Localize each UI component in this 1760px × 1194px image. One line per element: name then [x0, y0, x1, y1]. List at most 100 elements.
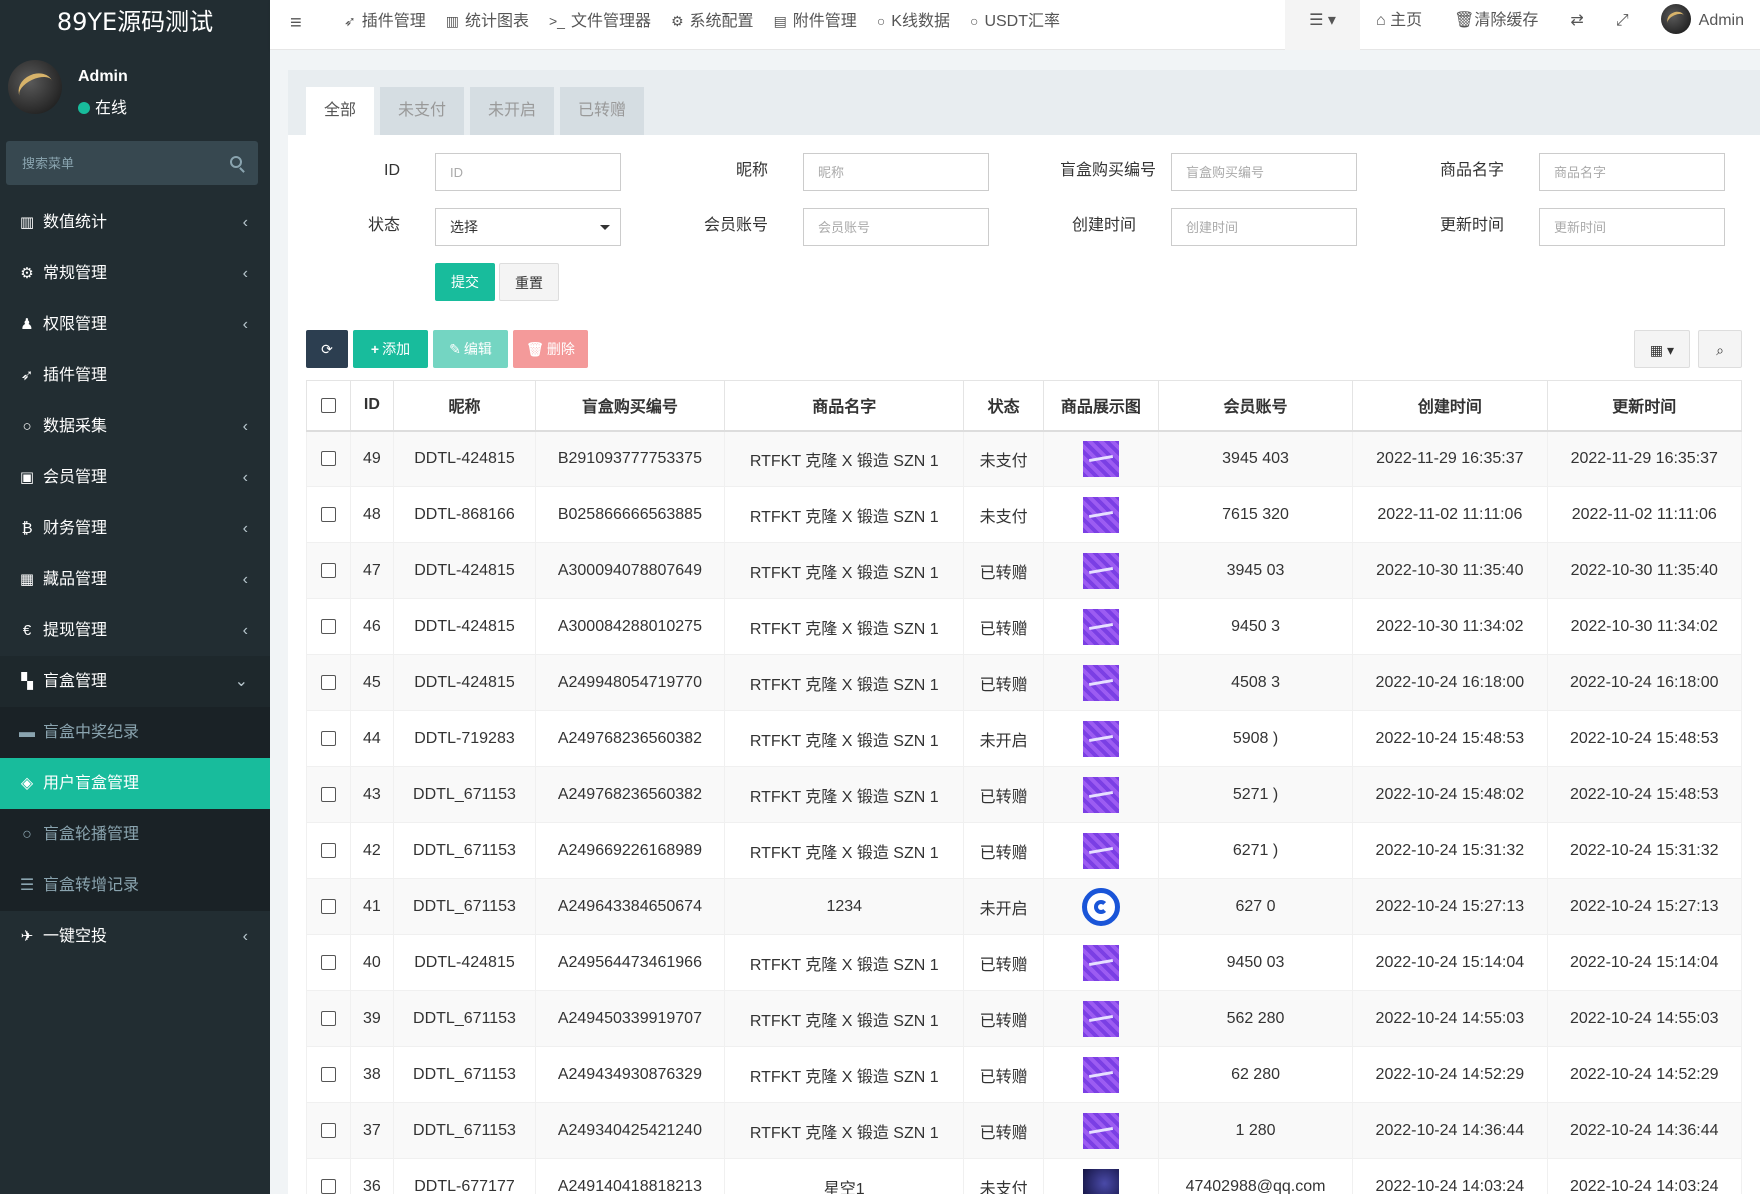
col-member[interactable]: 会员账号 [1157, 380, 1354, 432]
table-row[interactable]: 38 DDTL_671153 A249434930876329 RTFKT 克隆 X … [306, 1046, 1743, 1103]
table-row[interactable]: 41 DDTL_671153 A249643384650674 1234 未开启 627 … [306, 878, 1743, 935]
table-row[interactable]: 37 DDTL_671153 A249340425421240 RTFKT 克隆 X … [306, 1102, 1743, 1159]
fullscreen-button[interactable]: ⤢ [1600, 0, 1645, 42]
table-row[interactable]: 39 DDTL_671153 A249450339919707 RTFKT 克隆 X … [306, 990, 1743, 1047]
goods-thumbnail[interactable] [1082, 720, 1119, 757]
row-checkbox[interactable] [320, 898, 336, 914]
sidebar-item-blindbox[interactable]: ▚ 盲盒管理 ⌄ [0, 656, 270, 707]
sidebar-item-stats[interactable]: ▥ 数值统计 ‹ [0, 197, 270, 248]
nav-tab-plugins[interactable]: ➶ 插件管理 [344, 0, 446, 42]
sidebar-item-collections[interactable]: ▦ 藏品管理 ‹ [0, 554, 270, 605]
nav-tab-usdt[interactable]: ○ USDT汇率 [970, 0, 1080, 42]
row-checkbox[interactable] [320, 1066, 336, 1082]
table-row[interactable]: 49 DDTL-424815 B291093777753375 RTFKT 克隆 X … [306, 430, 1743, 487]
col-order-no[interactable]: 盲盒购买编号 [534, 380, 726, 432]
sidebar-subitem-prize-record[interactable]: ▬ 盲盒中奖纪录 [0, 707, 270, 758]
sidebar-item-finance[interactable]: ₿ 财务管理 ‹ [0, 503, 270, 554]
table-row[interactable]: 40 DDTL-424815 A249564473461966 RTFKT 克隆 X … [306, 934, 1743, 991]
sidebar-subitem-carousel[interactable]: ○ 盲盒轮播管理 [0, 809, 270, 860]
row-checkbox[interactable] [320, 954, 336, 970]
sidebar-item-auth[interactable]: ♟ 权限管理 ‹ [0, 299, 270, 350]
row-checkbox[interactable] [320, 842, 336, 858]
delete-button[interactable]: 🗑 删除 [513, 330, 588, 368]
goods-thumbnail[interactable] [1082, 496, 1119, 533]
col-image[interactable]: 商品展示图 [1042, 380, 1159, 432]
col-created[interactable]: 创建时间 [1352, 380, 1548, 432]
row-checkbox[interactable] [320, 1122, 336, 1138]
row-checkbox[interactable] [320, 506, 336, 522]
col-goods-name[interactable]: 商品名字 [724, 380, 965, 432]
hamburger-icon[interactable]: ≡ [290, 12, 302, 35]
goods-thumbnail[interactable] [1082, 1168, 1119, 1194]
sidebar-item-members[interactable]: ▣ 会员管理 ‹ [0, 452, 270, 503]
goods-thumbnail[interactable] [1082, 1056, 1119, 1093]
goods-thumbnail[interactable] [1082, 552, 1119, 589]
table-row[interactable]: 42 DDTL_671153 A249669226168989 RTFKT 克隆 X … [306, 822, 1743, 879]
sidebar-item-withdraw[interactable]: € 提现管理 ‹ [0, 605, 270, 656]
col-status[interactable]: 状态 [963, 380, 1044, 432]
filter-order-no-input[interactable] [1171, 153, 1357, 191]
user-menu[interactable]: Admin [1645, 0, 1760, 42]
filter-status-select[interactable]: 选择 [435, 208, 621, 246]
table-row[interactable]: 46 DDTL-424815 A300084288010275 RTFKT 克隆 X … [306, 598, 1743, 655]
filter-nickname-input[interactable] [803, 153, 989, 191]
filter-updated-input[interactable] [1539, 208, 1725, 246]
table-row[interactable]: 45 DDTL-424815 A249948054719770 RTFKT 克隆 X … [306, 654, 1743, 711]
table-search-button[interactable]: ⌕ [1698, 330, 1742, 368]
col-id[interactable]: ID [349, 380, 395, 432]
menu-dropdown-button[interactable]: ☰ ▾ [1285, 0, 1360, 50]
table-row[interactable]: 48 DDTL-868166 B025866666563885 RTFKT 克隆 X … [306, 486, 1743, 543]
submit-button[interactable]: 提交 [435, 263, 495, 301]
table-row[interactable]: 36 DDTL-677177 A249140418818213 星空1 未支付 47402… [306, 1158, 1743, 1194]
reset-button[interactable]: 重置 [499, 263, 559, 301]
row-checkbox[interactable] [320, 786, 336, 802]
row-checkbox[interactable] [320, 451, 336, 467]
sidebar-item-plugins[interactable]: ➶ 插件管理 [0, 350, 270, 401]
sidebar-item-general[interactable]: ⚙ 常规管理 ‹ [0, 248, 270, 299]
edit-button[interactable]: ✎ 编辑 [433, 330, 508, 368]
table-row[interactable]: 47 DDTL-424815 A300094078807649 RTFKT 克隆 X … [306, 542, 1743, 599]
refresh-button[interactable]: ⟳ [306, 330, 348, 368]
filter-id-input[interactable] [435, 153, 621, 191]
row-checkbox[interactable] [320, 674, 336, 690]
row-checkbox[interactable] [320, 730, 336, 746]
columns-toggle-button[interactable]: ▦ ▾ [1634, 330, 1690, 368]
row-checkbox[interactable] [320, 1178, 336, 1194]
language-button[interactable]: ⇄ [1554, 0, 1599, 42]
menu-search-input[interactable] [6, 141, 216, 185]
goods-thumbnail[interactable] [1082, 440, 1119, 477]
goods-thumbnail[interactable] [1082, 664, 1119, 701]
nav-tab-config[interactable]: ⚙ 系统配置 [671, 0, 774, 42]
tab-transferred[interactable]: 已转赠 [560, 87, 645, 135]
filter-created-input[interactable] [1171, 208, 1357, 246]
sidebar-item-airdrop[interactable]: ✈ 一键空投 ‹ [0, 911, 270, 962]
goods-thumbnail[interactable] [1082, 832, 1119, 869]
filter-goods-name-input[interactable] [1539, 153, 1725, 191]
table-row[interactable]: 44 DDTL-719283 A249768236560382 RTFKT 克隆 X … [306, 710, 1743, 767]
goods-thumbnail[interactable] [1082, 776, 1119, 813]
nav-tab-kline[interactable]: ○ K线数据 [877, 0, 970, 42]
goods-thumbnail[interactable] [1082, 1000, 1119, 1037]
home-link[interactable]: ⌂ 主页 [1360, 0, 1438, 42]
add-button[interactable]: + 添加 [353, 330, 428, 368]
clear-cache-button[interactable]: 🗑清除缓存 [1438, 0, 1554, 42]
row-checkbox[interactable] [320, 618, 336, 634]
row-checkbox[interactable] [320, 562, 336, 578]
filter-member-input[interactable] [803, 208, 989, 246]
col-updated[interactable]: 更新时间 [1546, 380, 1743, 432]
tab-unopened[interactable]: 未开启 [470, 87, 555, 135]
goods-thumbnail[interactable] [1081, 887, 1120, 926]
goods-thumbnail[interactable] [1082, 608, 1119, 645]
table-row[interactable]: 43 DDTL_671153 A249768236560382 RTFKT 克隆 X … [306, 766, 1743, 823]
goods-thumbnail[interactable] [1082, 944, 1119, 981]
tab-unpaid[interactable]: 未支付 [380, 87, 465, 135]
goods-thumbnail[interactable] [1082, 1112, 1119, 1149]
tab-all[interactable]: 全部 [306, 87, 375, 135]
sidebar-item-collect[interactable]: ○ 数据采集 ‹ [0, 401, 270, 452]
sidebar-subitem-user-blindbox[interactable]: ◈ 用户盲盒管理 [0, 758, 270, 809]
app-logo[interactable]: 89YE源码测试 [0, 0, 270, 44]
select-all-checkbox[interactable] [320, 397, 336, 413]
search-icon[interactable] [230, 156, 242, 168]
col-nickname[interactable]: 昵称 [393, 380, 536, 432]
nav-tab-charts[interactable]: ▥ 统计图表 [446, 0, 549, 42]
